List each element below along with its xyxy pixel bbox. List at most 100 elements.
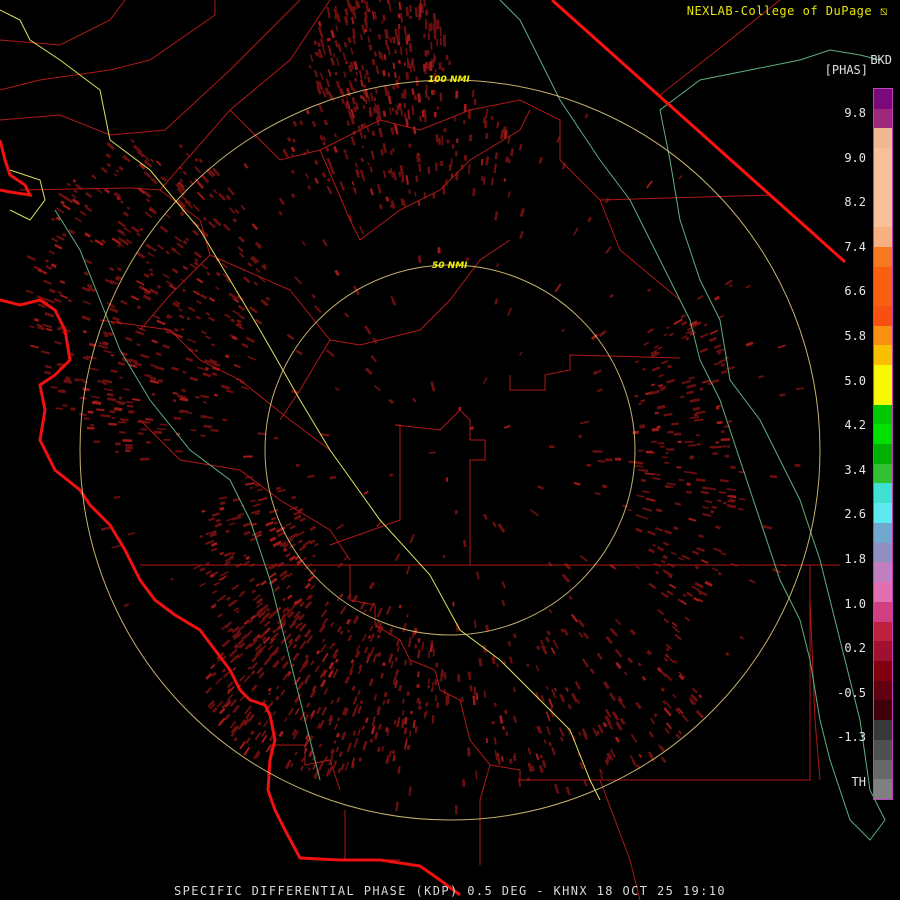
radar-return	[717, 571, 722, 576]
radar-return	[554, 283, 562, 293]
radar-return	[251, 684, 258, 692]
highway-north	[0, 9, 111, 141]
radar-return	[405, 565, 411, 575]
radar-return	[359, 34, 363, 41]
radar-return	[275, 685, 280, 690]
radar-return	[536, 645, 541, 651]
radar-return	[110, 354, 115, 357]
radar-return	[296, 598, 303, 605]
radar-return	[359, 225, 365, 235]
radar-return	[181, 288, 186, 293]
radar-return	[193, 251, 203, 259]
radar-return	[285, 522, 292, 527]
radar-return	[117, 421, 127, 424]
radar-return	[737, 507, 744, 511]
radar-return	[630, 733, 638, 743]
radar-return	[135, 330, 145, 336]
radar-return	[73, 189, 78, 194]
radar-return	[657, 608, 665, 615]
radar-return	[299, 120, 304, 126]
radar-return	[231, 551, 236, 556]
radar-return	[367, 635, 372, 639]
radar-return	[255, 267, 261, 274]
radar-return	[286, 333, 295, 341]
product-code: [PHAS]	[824, 63, 868, 77]
radar-return	[178, 308, 183, 312]
radar-return	[507, 158, 511, 164]
radar-return	[382, 170, 387, 179]
radar-return	[228, 648, 238, 657]
radar-return	[309, 54, 314, 62]
radar-return	[689, 398, 700, 403]
radar-return	[319, 72, 324, 81]
radar-return	[221, 668, 227, 673]
radar-return	[491, 656, 496, 665]
radar-return	[494, 152, 499, 160]
radar-return	[398, 1, 402, 11]
radar-return	[326, 177, 331, 183]
radar-return	[387, 169, 392, 174]
radar-return	[385, 727, 389, 733]
radar-return	[666, 378, 676, 384]
radar-return	[251, 522, 258, 527]
radar-return	[702, 506, 709, 510]
radar-return	[681, 714, 689, 723]
radar-return	[224, 713, 231, 721]
radar-return	[552, 639, 559, 650]
radar-return	[346, 0, 352, 9]
radar-return	[417, 638, 421, 643]
radar-return	[373, 11, 378, 20]
radar-return	[237, 246, 244, 253]
radar-return	[230, 318, 236, 323]
radar-return	[304, 738, 310, 747]
radar-return	[682, 593, 687, 598]
radar-return	[369, 738, 374, 743]
radar-return	[361, 633, 367, 642]
radar-return	[173, 416, 182, 421]
radar-return	[320, 679, 327, 688]
color-scale-label: 1.0	[844, 596, 866, 611]
radar-return	[143, 159, 153, 168]
radar-return	[351, 685, 356, 692]
radar-return	[277, 531, 286, 538]
radar-return	[640, 478, 647, 483]
radar-return	[701, 512, 712, 518]
radar-return	[359, 169, 365, 180]
radar-return	[578, 631, 584, 638]
radar-return	[100, 239, 107, 244]
radar-return	[663, 707, 672, 717]
radar-return	[263, 656, 272, 666]
radar-return	[303, 628, 312, 638]
range-ring-50	[264, 264, 636, 636]
radar-return	[641, 367, 646, 371]
radar-return	[289, 525, 296, 530]
radar-return	[215, 677, 223, 685]
radar-return	[501, 725, 505, 730]
radar-return	[157, 378, 164, 383]
logo-icon: ⧅	[879, 4, 888, 18]
radar-return	[363, 84, 367, 89]
radar-return	[635, 527, 643, 534]
radar-return	[394, 552, 401, 562]
radar-return	[414, 726, 418, 734]
radar-return	[297, 681, 305, 691]
radar-return	[518, 143, 523, 151]
radar-return	[485, 156, 490, 166]
radar-return	[497, 756, 501, 765]
radar-return	[193, 564, 203, 570]
radar-return	[313, 40, 318, 45]
radar-return	[681, 379, 691, 385]
radar-return	[178, 143, 184, 149]
radar-return	[44, 364, 53, 369]
radar-return	[419, 115, 422, 122]
radar-return	[237, 235, 245, 243]
radar-return	[318, 743, 322, 748]
radar-return	[237, 304, 246, 311]
radar-return	[714, 295, 720, 301]
radar-return	[654, 411, 659, 415]
radar-return	[236, 610, 240, 614]
radar-return	[50, 263, 57, 269]
radar-return	[339, 593, 344, 598]
radar-return	[367, 36, 371, 44]
radar-return	[144, 211, 153, 219]
